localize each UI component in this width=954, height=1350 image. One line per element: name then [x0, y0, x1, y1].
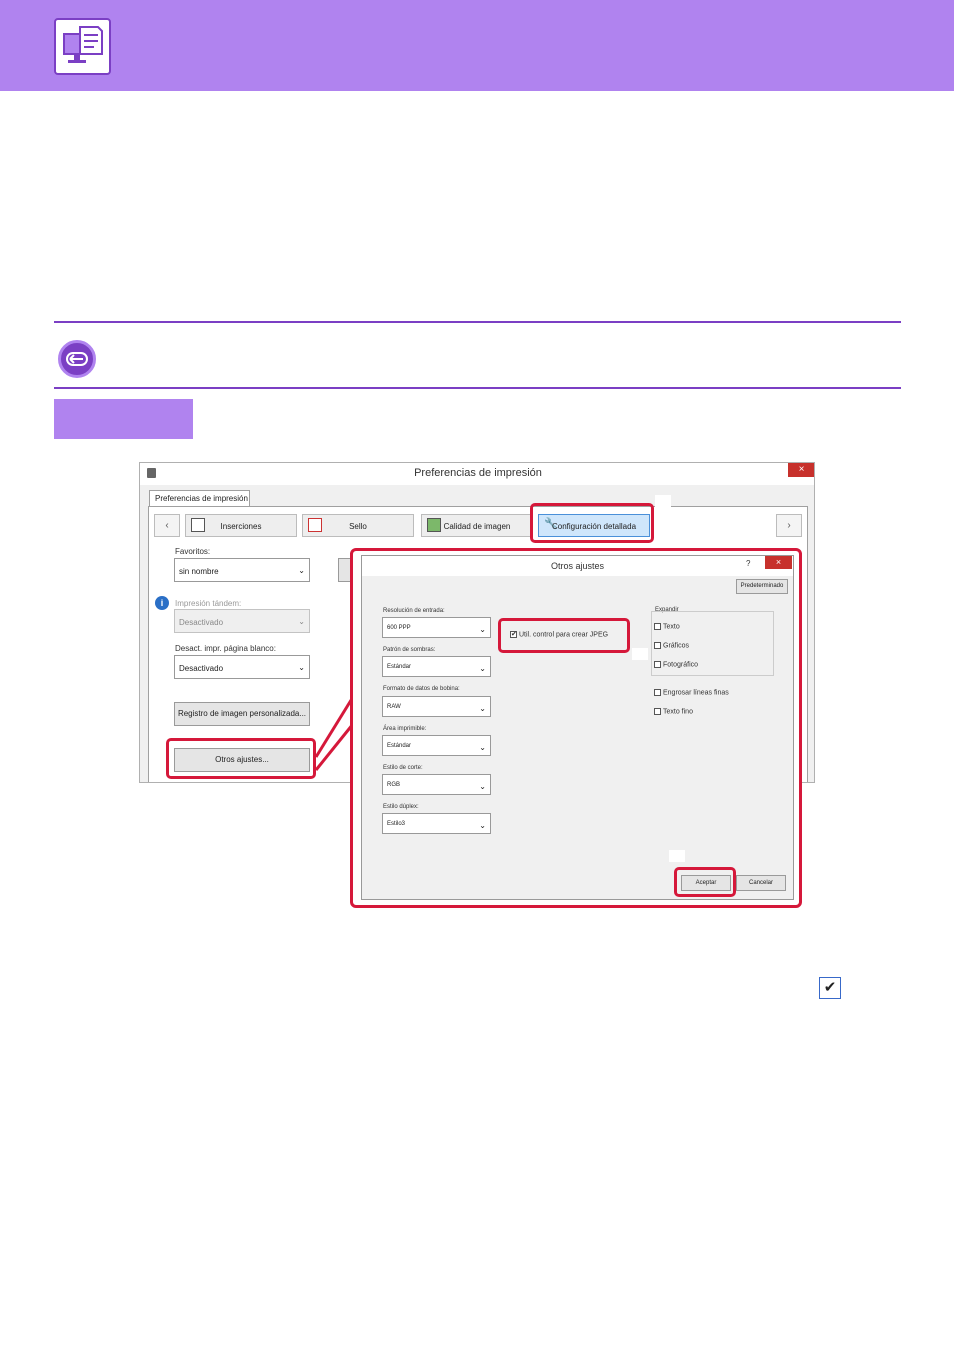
tab-calidad-imagen[interactable]: Calidad de imagen — [421, 514, 533, 537]
tandem-label: Impresión tándem: — [175, 599, 242, 608]
dialog-titlebar: Preferencias de impresión × — [140, 463, 814, 485]
area-imprimible-select[interactable]: Estándar ⌄ — [382, 735, 491, 756]
predeterminado-button[interactable]: Predeterminado — [736, 579, 788, 594]
highlight-otros-ajustes — [166, 738, 316, 779]
highlight-jpeg-checkbox — [498, 618, 630, 653]
field-label: Estilo de corte: — [383, 765, 423, 771]
formato-bobina-select[interactable]: RAW ⌄ — [382, 696, 491, 717]
field-label: Formato de datos de bobina: — [383, 686, 460, 692]
tab-inserciones[interactable]: Inserciones — [185, 514, 297, 537]
favoritos-label: Favoritos: — [175, 547, 211, 556]
highlight-aceptar — [674, 867, 736, 897]
otros-ajustes-dialog: Otros ajustes ? × Predeterminado Resoluc… — [361, 555, 794, 900]
bottom-rule — [54, 387, 901, 389]
chevron-down-icon: ⌄ — [479, 782, 486, 791]
step-marker — [632, 648, 648, 660]
expand-graficos-checkbox[interactable]: Gráficos — [654, 642, 689, 649]
tab-sello[interactable]: Sello — [302, 514, 414, 537]
estilo-corte-select[interactable]: RGB ⌄ — [382, 774, 491, 795]
step-marker — [655, 495, 671, 507]
step-marker — [669, 850, 685, 862]
step-label-band — [54, 399, 193, 439]
resolucion-select[interactable]: 600 PPP ⌄ — [382, 617, 491, 638]
chevron-down-icon: ⌄ — [479, 625, 486, 634]
toolbar-prev-button[interactable]: ‹ — [154, 514, 180, 537]
registro-imagen-button[interactable]: Registro de imagen personalizada... — [174, 702, 310, 726]
chevron-down-icon: ⌄ — [298, 663, 305, 672]
dialog-title: Preferencias de impresión — [414, 467, 542, 479]
estilo-duplex-select[interactable]: Estilo3 ⌄ — [382, 813, 491, 834]
chevron-down-icon: ⌄ — [479, 743, 486, 752]
cancelar-button[interactable]: Cancelar — [736, 875, 786, 891]
info-icon: i — [155, 596, 169, 610]
chevron-down-icon: ⌄ — [298, 617, 305, 626]
expand-texto-checkbox[interactable]: Texto — [654, 623, 680, 630]
highlight-configuracion — [530, 503, 654, 543]
checkmark-icon: ✔ — [819, 977, 841, 999]
print-document-icon — [54, 18, 111, 75]
sub-dialog-title: Otros ajustes — [550, 561, 605, 571]
engrosar-lineas-checkbox[interactable]: Engrosar líneas finas — [654, 689, 729, 696]
field-label: Estilo dúplex: — [383, 804, 419, 810]
texto-fino-checkbox[interactable]: Texto fino — [654, 708, 693, 715]
close-button[interactable]: × — [788, 463, 814, 477]
expand-fotografico-checkbox[interactable]: Fotográfico — [654, 661, 698, 668]
chevron-down-icon: ⌄ — [479, 664, 486, 673]
toolbar-next-button[interactable]: › — [776, 514, 802, 537]
chevron-down-icon: ⌄ — [298, 566, 305, 575]
back-arrow-icon — [58, 340, 96, 378]
chevron-down-icon: ⌄ — [479, 704, 486, 713]
patron-sombras-select[interactable]: Estándar ⌄ — [382, 656, 491, 677]
help-icon[interactable]: ? — [746, 559, 750, 568]
field-label: Resolución de entrada: — [383, 608, 445, 614]
sub-dialog-titlebar: Otros ajustes ? × — [362, 556, 793, 576]
top-rule — [54, 321, 901, 323]
field-label: Área imprimible: — [383, 726, 427, 732]
favoritos-select[interactable]: sin nombre ⌄ — [174, 558, 310, 582]
sub-close-button[interactable]: × — [765, 556, 792, 569]
tab-print-preferences[interactable]: Preferencias de impresión — [149, 490, 250, 507]
tandem-select[interactable]: Desactivado ⌄ — [174, 609, 310, 633]
chevron-down-icon: ⌄ — [479, 821, 486, 830]
blank-page-label: Desact. impr. página blanco: — [175, 644, 276, 653]
header-band — [0, 0, 954, 91]
blank-page-select[interactable]: Desactivado ⌄ — [174, 655, 310, 679]
field-label: Patrón de sombras: — [383, 647, 436, 653]
